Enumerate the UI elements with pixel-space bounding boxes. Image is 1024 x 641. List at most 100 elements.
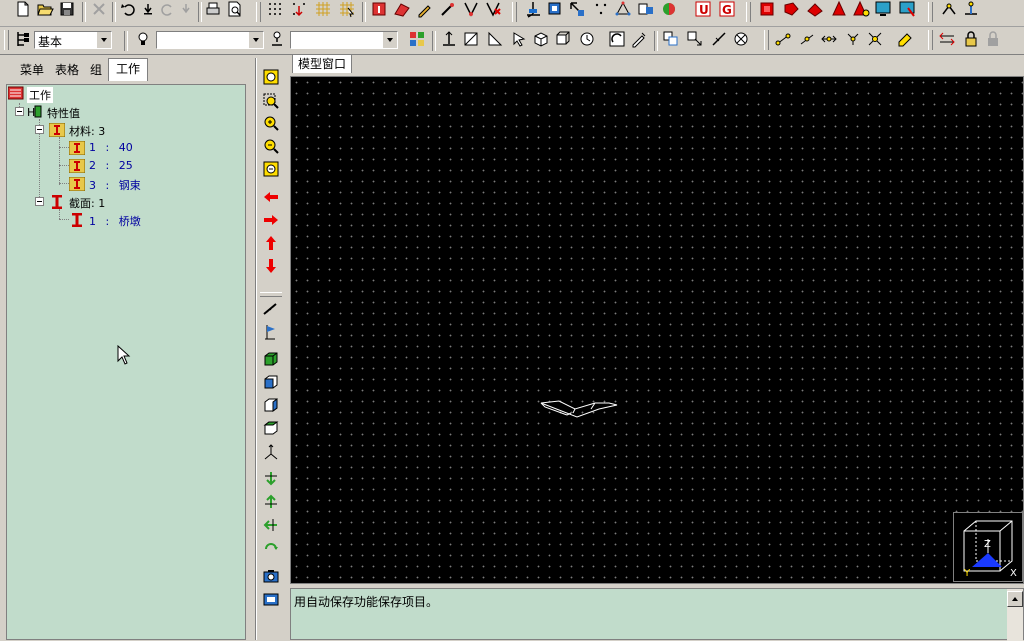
panel-splitter[interactable] [249,58,256,640]
chevron-down-icon[interactable] [382,32,397,48]
zoom-out-icon[interactable] [262,137,280,155]
select-plane-icon[interactable] [806,0,824,18]
paint-node-icon[interactable] [896,30,914,48]
toolbar-grip[interactable] [764,30,769,50]
ruler-icon[interactable] [262,300,280,318]
tab-works[interactable]: 工作 [108,58,148,81]
toolbar-grip[interactable] [256,2,261,22]
rotate-view-icon[interactable] [568,0,586,18]
delete-selected-icon[interactable] [484,0,502,18]
toolbar-grip[interactable] [928,30,933,50]
new-file-icon[interactable] [14,0,32,18]
display-monitor-icon[interactable] [874,0,892,18]
flag-icon[interactable] [262,323,280,341]
toolbar-grip[interactable] [928,2,933,22]
node-scale-icon[interactable] [866,30,884,48]
mirror-icon[interactable] [938,30,956,48]
view-mode-select[interactable]: 基本 [34,31,112,49]
lock-icon[interactable] [962,30,980,48]
zoom-all-icon[interactable] [262,160,280,178]
open-folder-icon[interactable] [36,0,54,18]
lock-disabled-icon[interactable] [984,30,1002,48]
box-side-icon[interactable] [262,396,280,414]
pan-up-icon[interactable] [262,234,280,252]
works-tree[interactable]: 工作 H 特性值 材料: 3 1 : 40 2: 25 3: 钢束 截面: … [6,84,246,640]
color-display-icon[interactable] [660,0,678,18]
redo-dropdown-icon[interactable] [177,0,195,18]
camera-icon[interactable] [262,567,280,585]
chevron-down-icon[interactable] [96,32,111,48]
node-split-icon[interactable] [798,30,816,48]
model-wireframe[interactable] [537,397,621,419]
undo-dropdown-icon[interactable] [139,0,157,18]
tab-menu[interactable]: 菜单 [14,60,50,80]
hinge-icon[interactable] [940,0,958,18]
message-scrollbar[interactable] [1007,589,1023,641]
node-merge-icon[interactable] [844,30,862,48]
capture-icon[interactable] [262,590,280,608]
box-front-icon[interactable] [262,373,280,391]
rotate-right-icon[interactable] [262,539,280,557]
toolbar-grip[interactable] [746,2,751,22]
tree-material-item[interactable]: 2 : 25 [89,159,133,172]
copy-element-icon[interactable] [662,30,680,48]
print-icon[interactable] [204,0,222,18]
intersect-icon[interactable] [732,30,750,48]
view-cube[interactable]: Z Y X [953,512,1023,582]
pan-right-icon[interactable] [262,211,280,229]
rotate-up-icon[interactable] [262,493,280,511]
merge-icon[interactable] [462,0,480,18]
node-create-icon[interactable] [774,30,792,48]
tree-material-item[interactable]: 1 : 40 [89,141,133,154]
move-element-icon[interactable] [686,30,704,48]
save-icon[interactable] [58,0,76,18]
box-solid-icon[interactable] [262,350,280,368]
element-label-icon[interactable] [637,0,655,18]
tree-section-item[interactable]: 1 : 桥墩 [89,213,141,229]
grid-dots-icon[interactable] [266,0,284,18]
select-element-icon[interactable] [393,0,411,18]
box-top-icon[interactable] [262,419,280,437]
tree-root-label[interactable]: 工作 [27,87,53,103]
select-pyramid-icon[interactable] [852,0,870,18]
rotate-left-icon[interactable] [262,516,280,534]
select-polygon-icon[interactable] [782,0,800,18]
tree-sections-label[interactable]: 截面: 1 [69,195,105,211]
structure-tree-icon[interactable] [614,0,632,18]
support-icon[interactable] [962,0,980,18]
tab-model-window[interactable]: 模型窗口 [292,54,353,73]
pointer-icon[interactable] [510,30,528,48]
tab-group[interactable]: 组 [84,60,108,80]
axis-z-icon[interactable] [440,30,458,48]
node-translate-icon[interactable] [820,30,838,48]
collapse-toggle[interactable] [35,125,44,134]
undo-icon[interactable] [120,0,138,18]
select-node-icon[interactable] [370,0,388,18]
light-bulb-icon[interactable] [134,30,152,48]
toolbar-grip[interactable] [260,292,282,297]
tree-properties-label[interactable]: 特性值 [47,105,80,121]
toolbar-grip[interactable] [512,2,517,22]
zoom-window-icon[interactable] [546,0,564,18]
rotate-down-icon[interactable] [262,469,280,487]
snap-grid-icon[interactable] [338,0,356,18]
select-box-icon[interactable] [758,0,776,18]
view-axis-icon[interactable] [524,0,542,18]
refresh-view-icon[interactable] [608,30,626,48]
toolbar-grip[interactable] [4,30,9,50]
tree-material-item[interactable]: 3 : 钢束 [89,177,141,193]
divide-element-icon[interactable] [710,30,728,48]
pan-down-icon[interactable] [262,257,280,275]
collapse-toggle[interactable] [15,107,24,116]
zoom-in-icon[interactable] [262,114,280,132]
collapse-toggle[interactable] [35,197,44,206]
redo-icon[interactable] [158,0,176,18]
structure-tree-view-icon[interactable] [14,30,32,48]
snap-point-icon[interactable] [290,0,308,18]
wand-tool-icon[interactable] [439,0,457,18]
cube-view-icon[interactable] [554,30,572,48]
front-view-icon[interactable] [462,30,480,48]
iso-view-icon[interactable] [532,30,550,48]
global-g-icon[interactable]: G [718,0,736,18]
load-case-select[interactable] [156,31,264,49]
